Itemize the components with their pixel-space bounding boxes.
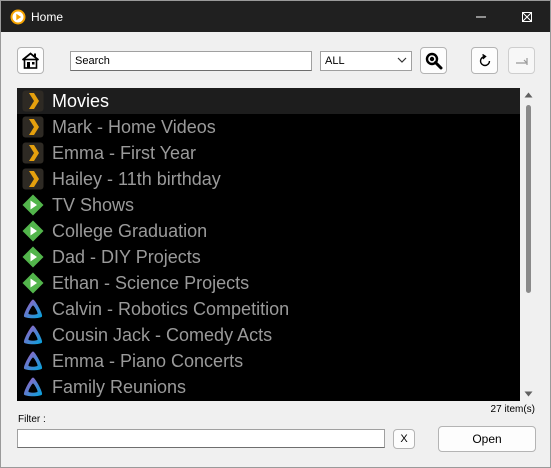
main-window: Home ALL bbox=[0, 0, 551, 468]
list-item-label: Cousin Jack - Comedy Acts bbox=[52, 325, 273, 345]
plex-chevron-icon bbox=[22, 90, 44, 112]
search-button[interactable] bbox=[420, 47, 447, 74]
jellyfin-triangle-icon bbox=[22, 350, 44, 372]
plex-chevron-icon bbox=[22, 116, 44, 138]
list-item[interactable]: Cousin Jack - Comedy Acts bbox=[17, 322, 520, 348]
list-item-label: Ethan - Science Projects bbox=[52, 273, 250, 293]
emby-play-icon bbox=[22, 220, 44, 242]
list-item[interactable]: TV Shows bbox=[17, 192, 520, 218]
category-select-value: ALL bbox=[325, 55, 345, 67]
list-item-label: Emma - Piano Concerts bbox=[52, 351, 244, 371]
home-icon bbox=[21, 52, 40, 69]
refresh-icon bbox=[479, 53, 490, 66]
list-item[interactable]: Dad - DIY Projects bbox=[17, 244, 520, 270]
jellyfin-triangle-icon bbox=[22, 298, 44, 320]
category-select[interactable]: ALL bbox=[320, 51, 412, 71]
title-bar[interactable]: Home bbox=[1, 1, 550, 32]
list-item-label: Calvin - Robotics Competition bbox=[52, 299, 290, 319]
jellyfin-triangle-icon bbox=[22, 324, 44, 346]
list-item[interactable]: Movies bbox=[17, 88, 520, 114]
list-item[interactable]: Ethan - Science Projects bbox=[17, 270, 520, 296]
item-count: 27 item(s) bbox=[490, 404, 535, 415]
filter-input[interactable] bbox=[17, 429, 385, 448]
refresh-button[interactable] bbox=[471, 47, 498, 74]
scrollbar-thumb[interactable] bbox=[526, 105, 531, 293]
emby-play-icon bbox=[22, 246, 44, 268]
list-item-label: Mark - Home Videos bbox=[52, 117, 216, 137]
list-item-label: Family Reunions bbox=[52, 377, 187, 397]
filter-label: Filter : bbox=[18, 414, 46, 425]
open-button[interactable]: Open bbox=[438, 426, 536, 452]
exit-button[interactable] bbox=[508, 47, 535, 74]
window-title: Home bbox=[31, 10, 64, 24]
list-item-label: Dad - DIY Projects bbox=[52, 247, 201, 267]
list-item[interactable]: Hailey - 11th birthday bbox=[17, 166, 520, 192]
list-item-label: Emma - First Year bbox=[52, 143, 197, 163]
list-item[interactable]: College Graduation bbox=[17, 218, 520, 244]
exit-arrow-icon bbox=[515, 57, 528, 65]
plex-chevron-icon bbox=[22, 142, 44, 164]
plex-chevron-icon bbox=[22, 168, 44, 190]
list-item[interactable]: Family Reunions bbox=[17, 374, 520, 400]
scroll-up-arrow-icon[interactable] bbox=[524, 92, 533, 98]
list-item[interactable]: Emma - Piano Concerts bbox=[17, 348, 520, 374]
list-scrollbar[interactable] bbox=[520, 88, 537, 401]
minimize-button[interactable] bbox=[458, 1, 504, 32]
home-button[interactable] bbox=[17, 47, 44, 74]
list-item[interactable]: Emma - First Year bbox=[17, 140, 520, 166]
minimize-icon bbox=[476, 16, 486, 17]
scroll-down-arrow-icon[interactable] bbox=[524, 391, 533, 397]
list-item-label: TV Shows bbox=[52, 195, 135, 215]
magnifier-icon bbox=[425, 52, 442, 69]
list-item[interactable]: Calvin - Robotics Competition bbox=[17, 296, 520, 322]
clear-filter-button[interactable]: X bbox=[393, 429, 415, 449]
chevron-down-icon bbox=[397, 57, 407, 63]
list-item-label: Movies bbox=[52, 91, 110, 111]
list-item-label: College Graduation bbox=[52, 221, 208, 241]
jellyfin-triangle-icon bbox=[22, 376, 44, 398]
search-input[interactable] bbox=[70, 51, 312, 71]
list-item[interactable]: Mark - Home Videos bbox=[17, 114, 520, 140]
close-icon bbox=[522, 11, 532, 22]
app-icon bbox=[10, 9, 26, 25]
emby-play-icon bbox=[22, 272, 44, 294]
close-button[interactable] bbox=[504, 1, 550, 32]
emby-play-icon bbox=[22, 194, 44, 216]
list-item-label: Hailey - 11th birthday bbox=[52, 169, 221, 189]
media-list[interactable]: Movies Mark - Home Videos Emma - First Yea… bbox=[17, 88, 520, 401]
